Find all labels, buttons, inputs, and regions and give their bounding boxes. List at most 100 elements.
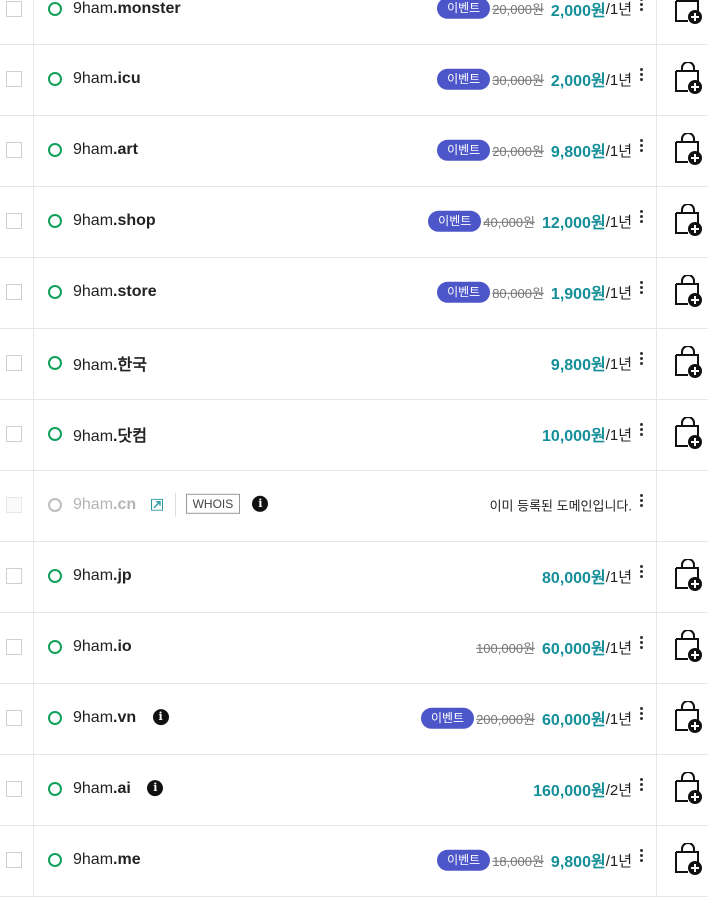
row-checkbox[interactable]	[6, 213, 22, 229]
domain-label: 9ham	[73, 212, 114, 230]
row-checkbox[interactable]	[6, 426, 22, 442]
column-divider	[656, 329, 657, 399]
row-checkbox[interactable]	[6, 568, 22, 584]
more-options-icon[interactable]	[638, 137, 644, 159]
domain-label: 9ham	[73, 356, 114, 374]
sale-price: 10,000원	[542, 427, 606, 445]
price-area: 이벤트 30,000원 2,000원/1년	[437, 67, 632, 91]
original-price: 40,000원	[483, 214, 536, 230]
column-divider	[33, 0, 34, 44]
original-price: 20,000원	[492, 143, 544, 159]
domain-row: 9ham.닷컴 10,000원/1년	[0, 400, 708, 471]
column-divider	[33, 471, 34, 541]
domain-row: 9ham.vn i 이벤트 200,000원 60,000원/1년	[0, 684, 708, 755]
column-divider	[656, 116, 657, 186]
info-icon[interactable]: i	[152, 708, 169, 725]
add-to-cart-icon[interactable]	[674, 61, 702, 94]
row-checkbox[interactable]	[6, 284, 22, 300]
price-area: 이미 등록된 도메인입니다.	[490, 496, 632, 515]
row-checkbox	[6, 497, 22, 513]
availability-status-icon	[48, 214, 62, 228]
domain-row: 9ham.jp 80,000원/1년	[0, 542, 708, 613]
row-checkbox[interactable]	[6, 142, 22, 158]
column-divider	[33, 187, 34, 257]
original-price: 80,000원	[492, 285, 544, 301]
more-options-icon[interactable]	[638, 66, 644, 88]
row-checkbox[interactable]	[6, 639, 22, 655]
sale-price: 9,800원	[550, 356, 606, 374]
sale-price: 60,000원	[542, 711, 606, 729]
price-period: /1년	[605, 355, 632, 373]
availability-status-icon	[48, 853, 62, 867]
more-options-icon[interactable]	[638, 208, 644, 230]
availability-status-icon	[48, 285, 62, 299]
domain-name: 9ham.icu	[73, 70, 141, 88]
price-period: /2년	[605, 781, 632, 799]
sale-price: 12,000원	[542, 214, 606, 232]
more-options-icon[interactable]	[638, 776, 644, 798]
event-badge: 이벤트	[420, 707, 475, 729]
add-to-cart-icon[interactable]	[674, 629, 702, 662]
external-link-icon[interactable]	[150, 498, 163, 511]
column-divider	[656, 684, 657, 754]
domain-label: 9ham	[73, 851, 114, 869]
domain-row: 9ham.io 100,000원 60,000원/1년	[0, 613, 708, 684]
add-to-cart-icon[interactable]	[674, 203, 702, 236]
whois-button[interactable]: WHOIS	[185, 493, 241, 514]
row-checkbox[interactable]	[6, 781, 22, 797]
more-options-icon[interactable]	[638, 634, 644, 656]
price-area: 9,800원/1년	[551, 351, 632, 375]
domain-name: 9ham.io	[73, 638, 132, 656]
info-icon[interactable]: i	[147, 779, 164, 796]
row-checkbox[interactable]	[6, 355, 22, 371]
add-to-cart-icon[interactable]	[674, 842, 702, 875]
add-to-cart-icon[interactable]	[674, 274, 702, 307]
domain-tld: .jp	[113, 567, 132, 585]
domain-label: 9ham	[73, 141, 114, 159]
availability-status-icon	[48, 427, 62, 441]
add-to-cart-icon[interactable]	[674, 771, 702, 804]
domain-label: 9ham	[73, 427, 114, 445]
row-checkbox[interactable]	[6, 0, 22, 17]
price-period: /1년	[605, 710, 632, 728]
more-options-icon[interactable]	[638, 563, 644, 585]
domain-label: 9ham	[73, 780, 114, 798]
domain-result-list: 9ham.monster 이벤트 20,000원 2,000원/1년 9ham.ic…	[0, 0, 708, 897]
price-area: 100,000원 60,000원/1년	[476, 635, 632, 659]
row-checkbox[interactable]	[6, 71, 22, 87]
price-area: 80,000원/1년	[542, 564, 632, 588]
domain-tld: .한국	[113, 356, 147, 374]
info-icon[interactable]: i	[252, 495, 269, 512]
column-divider	[656, 613, 657, 683]
domain-name: 9ham.jp	[73, 567, 132, 585]
add-to-cart-icon[interactable]	[674, 0, 702, 24]
row-checkbox[interactable]	[6, 852, 22, 868]
more-options-icon[interactable]	[638, 421, 644, 443]
add-to-cart-icon[interactable]	[674, 345, 702, 378]
row-checkbox[interactable]	[6, 710, 22, 726]
more-options-icon[interactable]	[638, 350, 644, 372]
add-to-cart-icon[interactable]	[674, 700, 702, 733]
original-price: 200,000원	[476, 711, 536, 727]
availability-status-icon	[48, 640, 62, 654]
more-options-icon[interactable]	[638, 492, 644, 514]
more-options-icon[interactable]	[638, 279, 644, 301]
price-area: 이벤트 18,000원 9,800원/1년	[437, 848, 632, 872]
domain-tld: .vn	[113, 709, 137, 727]
availability-status-icon	[48, 72, 62, 86]
price-period: /1년	[605, 426, 632, 444]
column-divider	[656, 826, 657, 896]
domain-row: 9ham.icu 이벤트 30,000원 2,000원/1년	[0, 45, 708, 116]
price-area: 이벤트 40,000원 12,000원/1년	[428, 209, 632, 233]
add-to-cart-icon[interactable]	[674, 416, 702, 449]
more-options-icon[interactable]	[638, 0, 644, 18]
column-divider	[33, 826, 34, 896]
add-to-cart-icon[interactable]	[674, 558, 702, 591]
original-price: 30,000원	[492, 72, 544, 88]
price-period: /1년	[605, 568, 632, 586]
add-to-cart-icon[interactable]	[674, 132, 702, 165]
price-period: /1년	[605, 639, 632, 657]
sale-price: 9,800원	[550, 143, 606, 161]
more-options-icon[interactable]	[638, 847, 644, 869]
more-options-icon[interactable]	[638, 705, 644, 727]
